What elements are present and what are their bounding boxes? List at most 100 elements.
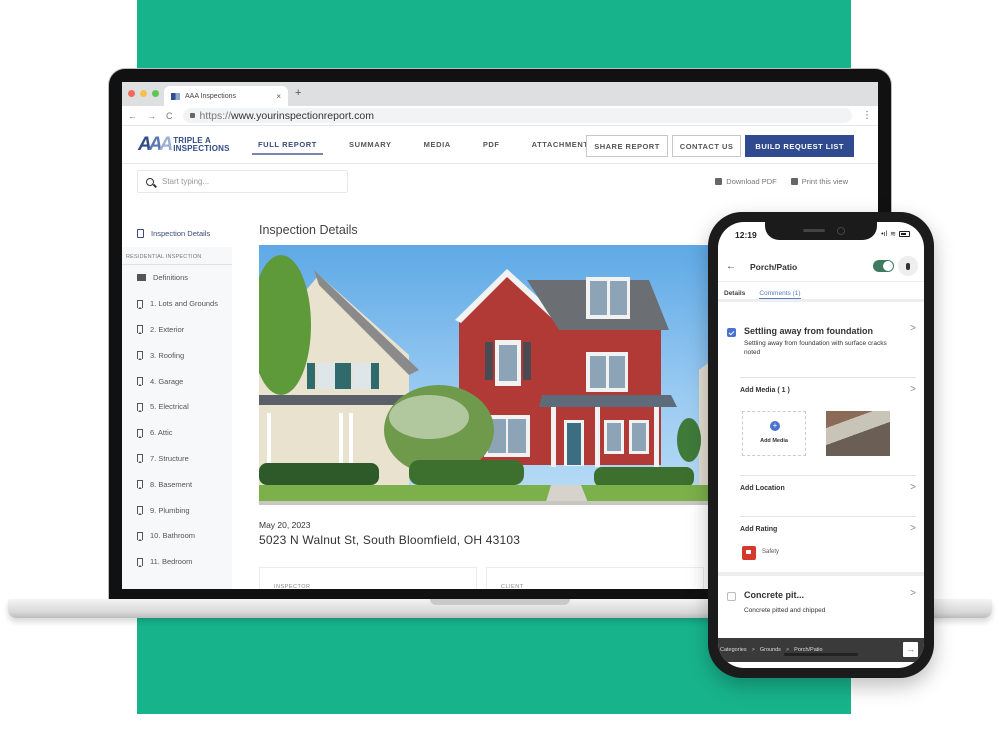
sidebar-item[interactable]: 10. Bathroom (122, 523, 232, 549)
chevron-right-icon[interactable]: > (910, 384, 916, 395)
chevron-right-icon[interactable]: > (910, 323, 916, 334)
section-toggle[interactable] (873, 260, 894, 272)
microphone-icon (906, 262, 910, 270)
add-location-section[interactable]: Add Location > (740, 475, 916, 516)
maximize-window-button[interactable] (152, 90, 159, 97)
comments-list: Settling away from foundation Settling a… (718, 305, 924, 636)
client-card: CLIENT (486, 567, 704, 589)
tab-pdf[interactable]: PDF (473, 126, 510, 163)
header-actions: SHARE REPORT CONTACT US BUILD REQUEST LI… (586, 135, 854, 157)
comment-description: Settling away from foundation with surfa… (744, 340, 887, 356)
add-media-button[interactable]: + Add Media (742, 411, 806, 456)
back-arrow-icon[interactable]: ← (726, 261, 736, 272)
tab-media[interactable]: MEDIA (414, 126, 461, 163)
chevron-right-icon: > (751, 647, 755, 653)
bookmark-icon (137, 299, 143, 309)
sidebar-item[interactable]: 1. Lots and Grounds (122, 291, 232, 317)
sidebar-item[interactable]: 4. Garage (122, 368, 232, 394)
sidebar-item-inspection-details[interactable]: Inspection Details (122, 219, 232, 247)
inspector-card: INSPECTOR (259, 567, 477, 589)
bookmark-icon (137, 506, 143, 516)
sidebar-item-definitions[interactable]: Definitions (122, 265, 232, 291)
printer-icon (790, 178, 798, 185)
sidebar-item[interactable]: 3. Roofing (122, 342, 232, 368)
favicon-icon (171, 92, 180, 100)
search-input[interactable]: Start typing... (137, 170, 348, 193)
logo-text: TRIPLE A INSPECTIONS (173, 135, 230, 153)
contact-us-button[interactable]: CONTACT US (671, 135, 742, 157)
add-media-section[interactable]: Add Media ( 1 ) > + Add Media (740, 377, 916, 475)
comment-checkbox[interactable] (727, 592, 736, 601)
back-arrow-icon[interactable]: ← (128, 111, 137, 121)
reload-icon[interactable]: C (166, 111, 173, 121)
clipboard-icon (137, 228, 144, 238)
bookmark-icon (137, 531, 143, 541)
tab-title: AAA Inspections (185, 92, 236, 100)
report-nav: FULL REPORT SUMMARY MEDIA PDF ATTACHMENT… (248, 126, 616, 163)
chevron-right-icon[interactable]: > (910, 588, 916, 599)
add-rating-section[interactable]: Add Rating > Safety (740, 516, 916, 572)
house-illustration (259, 255, 719, 505)
status-time: 12:19 (735, 230, 757, 240)
bookmark-icon (137, 428, 143, 438)
plus-icon: + (770, 421, 780, 431)
search-icon (146, 177, 154, 186)
flag-icon (742, 546, 756, 560)
phone-tabs: Details Comments (1) (718, 282, 924, 302)
tab-comments[interactable]: Comments (1) (759, 282, 801, 299)
url-protocol: https:// (199, 109, 232, 122)
wifi-icon: ≋ (890, 231, 896, 238)
media-thumbnail[interactable] (826, 411, 890, 456)
close-window-button[interactable] (128, 90, 135, 97)
microphone-button[interactable] (898, 256, 918, 276)
download-pdf-link[interactable]: Download PDF (715, 177, 777, 186)
new-tab-button[interactable]: + (295, 87, 301, 99)
bookmark-icon (137, 454, 143, 464)
battery-icon (899, 231, 910, 237)
property-address: 5023 N Walnut St, South Bloomfield, OH 4… (259, 533, 521, 547)
forward-arrow-icon[interactable]: → (147, 111, 156, 121)
tab-summary[interactable]: SUMMARY (339, 126, 402, 163)
browser-tab[interactable]: AAA Inspections × (164, 86, 288, 106)
tab-details[interactable]: Details (724, 282, 745, 299)
sidebar-section-label: RESIDENTIAL INSPECTION (122, 247, 232, 265)
rating-value: Safety (762, 549, 780, 555)
build-request-list-button[interactable]: BUILD REQUEST LIST (745, 135, 854, 157)
bookmark-icon (137, 351, 143, 361)
comment-item[interactable]: Concrete pit... Concrete pitted and chip… (718, 576, 924, 636)
sidebar-item[interactable]: 5. Electrical (122, 394, 232, 420)
chevron-right-icon[interactable]: > (910, 523, 916, 534)
sidebar-item[interactable]: 9. Plumbing (122, 497, 232, 523)
logo-mark: AAA (138, 134, 173, 155)
sidebar-item[interactable]: 6. Attic (122, 420, 232, 446)
url-input[interactable]: https://www.yourinspectionreport.com (182, 108, 852, 123)
laptop-notch (430, 599, 570, 605)
breadcrumb-categories[interactable]: Categories (720, 647, 747, 653)
screen-title: Porch/Patio (750, 261, 798, 272)
sidebar-item[interactable]: 11. Bedroom (122, 549, 232, 575)
sidebar: Inspection Details RESIDENTIAL INSPECTIO… (122, 219, 232, 589)
logo[interactable]: AAA TRIPLE A INSPECTIONS (138, 135, 234, 154)
comment-item[interactable]: Settling away from foundation Settling a… (718, 305, 924, 377)
url-host: www.yourinspectionreport.com (231, 109, 374, 122)
next-arrow-button[interactable]: → (903, 642, 918, 657)
close-tab-icon[interactable]: × (276, 92, 281, 101)
bookmark-icon (137, 377, 143, 387)
breadcrumb-grounds[interactable]: Grounds (760, 647, 781, 653)
home-indicator[interactable] (784, 653, 858, 656)
minimize-window-button[interactable] (140, 90, 147, 97)
comment-description: Concrete pitted and chipped (744, 607, 826, 614)
share-report-button[interactable]: SHARE REPORT (586, 135, 668, 157)
phone-header: ← Porch/Patio (718, 252, 924, 282)
sidebar-item[interactable]: 8. Basement (122, 471, 232, 497)
sidebar-item[interactable]: 2. Exterior (122, 317, 232, 343)
comment-title: Settling away from foundation (744, 326, 874, 336)
window-controls (128, 90, 159, 97)
browser-menu-icon[interactable]: ⋮ (862, 110, 872, 121)
tab-full-report[interactable]: FULL REPORT (248, 126, 327, 163)
sidebar-item[interactable]: 7. Structure (122, 446, 232, 472)
chevron-right-icon[interactable]: > (910, 482, 916, 493)
comment-checkbox[interactable] (727, 328, 736, 337)
phone-frame: 12:19 •ıl ≋ ← Porch/Patio Details Commen… (708, 212, 934, 678)
print-view-link[interactable]: Print this view (790, 177, 848, 186)
